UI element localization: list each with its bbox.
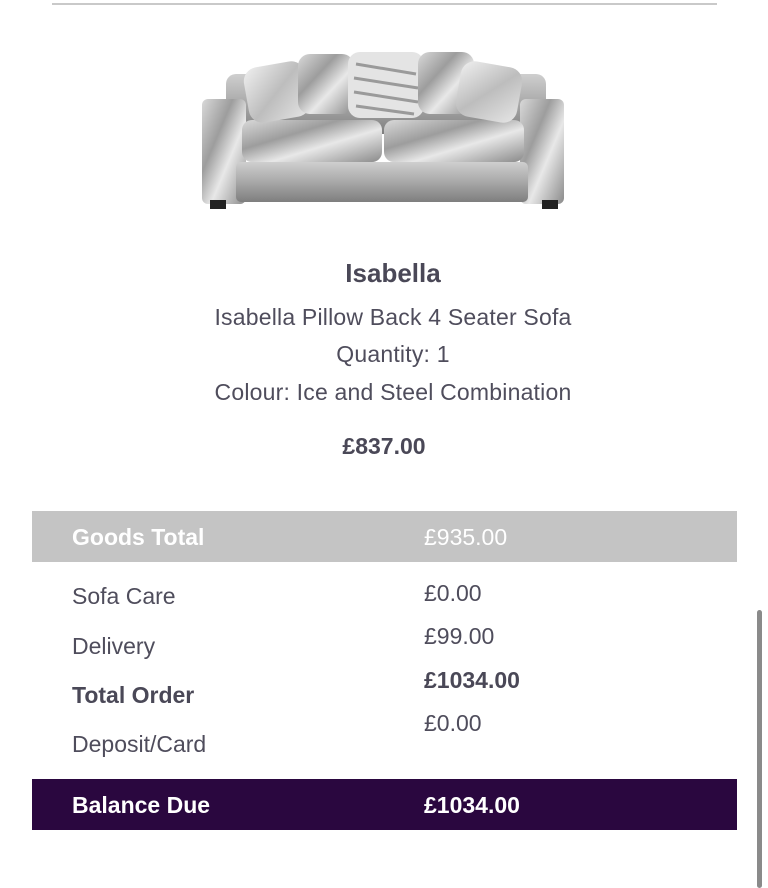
sofa-care-value: £0.00 — [424, 580, 482, 606]
product-colour: Colour: Ice and Steel Combination — [214, 379, 572, 405]
deposit-card-label: Deposit/Card — [72, 731, 207, 757]
balance-due-row: Balance Due £1034.00 — [32, 779, 737, 830]
total-order-value: £1034.00 — [424, 667, 520, 693]
delivery-label: Delivery — [72, 633, 156, 659]
deposit-card-value: £0.00 — [424, 710, 482, 736]
product-name: Isabella — [345, 258, 441, 288]
product-description: Isabella Pillow Back 4 Seater Sofa — [214, 304, 572, 330]
balance-due-label: Balance Due — [72, 792, 211, 818]
product-image — [202, 52, 564, 209]
balance-due-value: £1034.00 — [424, 792, 520, 818]
top-divider — [52, 3, 717, 5]
goods-total-label: Goods Total — [72, 524, 205, 550]
sofa-care-label: Sofa Care — [72, 583, 176, 609]
total-order-label: Total Order — [72, 682, 195, 708]
goods-total-value: £935.00 — [424, 524, 508, 550]
product-quantity: Quantity: 1 — [336, 341, 450, 367]
delivery-value: £99.00 — [424, 623, 495, 649]
product-price: £837.00 — [342, 433, 426, 459]
scrollbar[interactable] — [757, 610, 762, 888]
goods-total-row: Goods Total £935.00 — [32, 511, 737, 562]
